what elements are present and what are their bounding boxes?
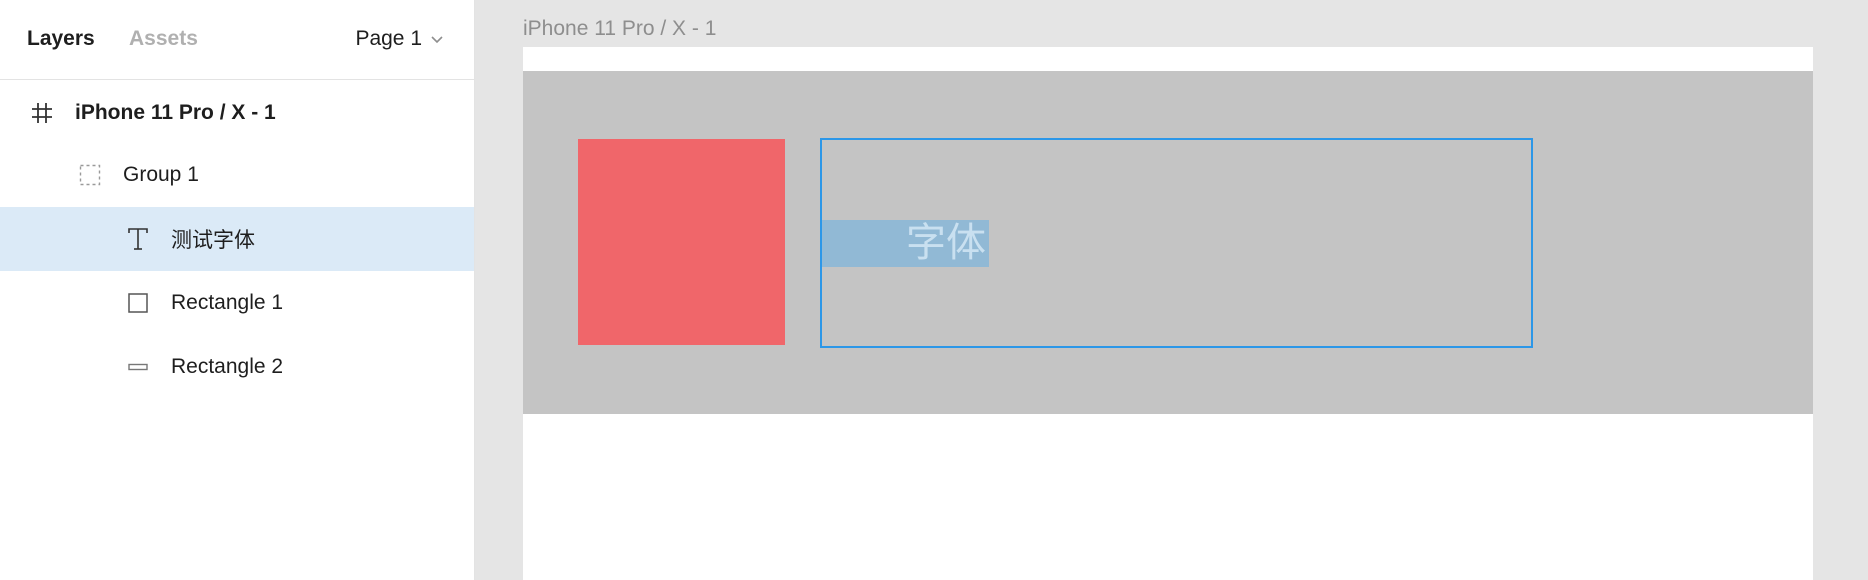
text-layer-selected[interactable]: 字体 [820,138,1533,348]
tab-layers[interactable]: Layers [27,26,95,52]
rectangle-1[interactable] [578,139,785,345]
chevron-down-icon [431,36,443,44]
text-layer-content[interactable]: 字体 [906,220,986,267]
frame-icon [30,101,54,125]
tab-assets[interactable]: Assets [129,26,198,52]
page-selector-label: Page 1 [355,27,422,50]
layer-label: Group 1 [123,163,199,186]
line-rectangle-icon [128,362,148,372]
layer-label: 测试字体 [171,229,255,252]
rectangle-icon [128,293,148,313]
layers-panel: Layers Assets Page 1 iPhone 11 Pro / X -… [0,0,475,580]
layer-row-rectangle-1[interactable]: Rectangle 1 [0,271,474,335]
layer-label: Rectangle 1 [171,291,284,314]
iphone-frame[interactable]: 字体 [523,47,1813,580]
layer-label: Rectangle 2 [171,355,284,378]
layer-row-text[interactable]: 测试字体 [0,207,474,271]
design-canvas[interactable]: iPhone 11 Pro / X - 1 字体 [476,0,1868,580]
text-icon [127,227,149,251]
frame-title[interactable]: iPhone 11 Pro / X - 1 [523,17,716,41]
layer-row-frame[interactable]: iPhone 11 Pro / X - 1 [0,81,474,145]
group-icon [79,164,101,186]
page-selector[interactable]: Page 1 [355,26,444,52]
layer-row-rectangle-2[interactable]: Rectangle 2 [0,335,474,399]
panel-header: Layers Assets Page 1 [0,0,474,80]
layer-label: iPhone 11 Pro / X - 1 [75,101,276,124]
layer-row-group[interactable]: Group 1 [0,143,474,207]
